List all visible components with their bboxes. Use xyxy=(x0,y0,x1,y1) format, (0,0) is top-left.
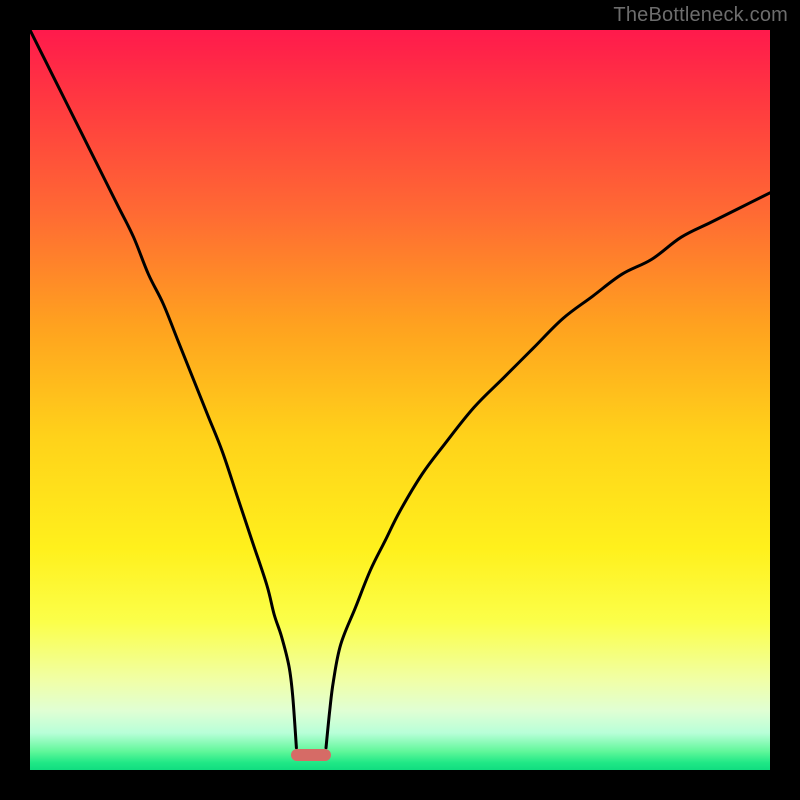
watermark-text: TheBottleneck.com xyxy=(613,4,788,27)
gradient-background xyxy=(30,30,770,770)
plot-area xyxy=(30,30,770,770)
chart-frame: TheBottleneck.com xyxy=(0,0,800,800)
